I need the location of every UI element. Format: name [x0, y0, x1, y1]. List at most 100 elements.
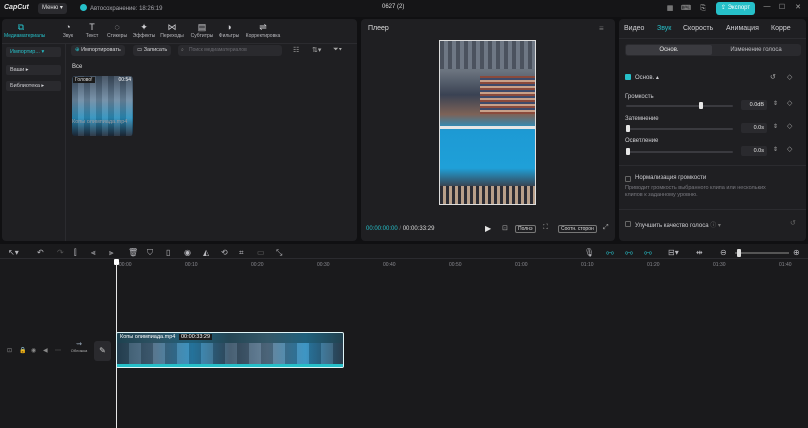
zoom-out-icon[interactable]: ⊖	[720, 248, 727, 257]
shortcut-icon[interactable]: ⌨	[680, 3, 692, 14]
reset-icon[interactable]: ↺	[770, 73, 776, 81]
rotate-icon[interactable]: ⟲	[221, 248, 228, 257]
fit-frame-icon[interactable]: ▭	[257, 248, 265, 257]
mic-icon[interactable]: 🎙	[584, 248, 594, 257]
keyframe-icon[interactable]: ◇	[787, 73, 792, 81]
play-icon[interactable]: ▶	[485, 224, 491, 233]
import-button[interactable]: ⊕ Импортировать	[71, 45, 125, 56]
track-lock2-icon[interactable]: 🔒	[19, 347, 26, 354]
record-button[interactable]: ▭ Записать	[133, 45, 172, 56]
ruler-tick: 00:10	[185, 262, 198, 268]
view-grid-icon[interactable]: ☷	[293, 46, 299, 54]
video-clip[interactable]: Копы олимпиада.mp4 00:00:33:29	[116, 332, 344, 368]
crop-icon[interactable]: ⌗	[239, 248, 244, 258]
enhance-reset-icon[interactable]: ↺	[790, 219, 796, 227]
normalize-checkbox[interactable]	[625, 176, 631, 182]
minimize-icon[interactable]: —	[762, 3, 772, 14]
player-timecode: 00:00:00:00 / 00:00:33:29	[366, 226, 435, 232]
fadeout-value[interactable]: 0.0s	[741, 146, 767, 156]
tool-adjust[interactable]: ⇌ Корректировка	[242, 22, 284, 40]
cover-icon: ⇝	[76, 341, 82, 348]
side-import[interactable]: Импортир... ▾	[6, 47, 61, 57]
fadein-value[interactable]: 0.0s	[741, 123, 767, 133]
volume-knob[interactable]	[699, 102, 704, 109]
tool-filters[interactable]: ◑ Фильтры	[212, 22, 246, 40]
maximize-icon[interactable]: ☐	[777, 3, 787, 14]
fadein-knob[interactable]	[626, 125, 630, 132]
fadein-slider[interactable]	[626, 125, 733, 132]
volume-stepper[interactable]: ⇕	[773, 100, 778, 107]
divider	[619, 165, 806, 166]
reverse-icon[interactable]: ◉	[184, 248, 191, 257]
trim-icon[interactable]: ⊡	[502, 224, 508, 232]
video-preview[interactable]	[439, 40, 536, 205]
zoom-fit-icon[interactable]: ⇹	[696, 248, 703, 257]
fullres-button[interactable]: Полнэ	[515, 225, 536, 233]
delete-icon[interactable]: 🗑	[128, 248, 138, 257]
tab-speed[interactable]: Скорость	[683, 25, 713, 32]
media-thumbnail[interactable]: Голово! 00:54	[72, 76, 133, 136]
zoom-slider[interactable]	[735, 249, 789, 257]
fullscreen-icon[interactable]: ⤢	[603, 224, 609, 232]
track-more-icon[interactable]: ⋯	[55, 347, 61, 354]
player-menu-icon[interactable]: ≡	[599, 24, 604, 33]
zoom-knob[interactable]	[737, 249, 741, 257]
close-icon[interactable]: ✕	[793, 3, 803, 14]
ruler-tick: 00:00	[119, 262, 132, 268]
seg-basic[interactable]: Основ.	[626, 45, 712, 55]
fadein-stepper[interactable]: ⇕	[773, 123, 778, 130]
fadeout-keyframe-icon[interactable]: ◇	[787, 145, 792, 153]
preview-axis-icon[interactable]: ⊟▾	[668, 248, 679, 257]
fit-icon[interactable]: ⛶	[543, 224, 548, 232]
share-icon[interactable]: ⎘	[697, 3, 709, 14]
marker-icon[interactable]: ⛉	[147, 248, 153, 258]
fadeout-knob[interactable]	[626, 148, 630, 155]
split-left-icon[interactable]: ⫷	[91, 248, 96, 258]
side-yours[interactable]: Ваши ▸	[6, 65, 61, 75]
basic-checkbox[interactable]	[625, 74, 631, 80]
divider	[619, 38, 806, 39]
time-ruler[interactable]: 00:00 00:10 00:20 00:30 00:40 00:50 01:0…	[115, 259, 808, 269]
tool-media[interactable]: ⧉ Медиаматериалы	[4, 22, 45, 40]
track-lock-icon[interactable]: ⊡	[7, 347, 12, 354]
magnet-icon[interactable]: ⧟	[625, 248, 633, 258]
sort-icon[interactable]: ⇅▾	[312, 46, 321, 54]
tab-animation[interactable]: Анимация	[726, 25, 759, 32]
tab-adjust[interactable]: Корре	[771, 25, 791, 32]
select-tool-icon[interactable]: ↖▾	[8, 248, 19, 257]
main-track-link-icon[interactable]: ⧟	[606, 248, 614, 258]
zoom-in-icon[interactable]: ⊕	[793, 248, 800, 257]
fadein-keyframe-icon[interactable]: ◇	[787, 122, 792, 130]
resize-icon[interactable]: ⤡	[276, 248, 282, 258]
filter-icon[interactable]: ⏷▾	[333, 46, 342, 54]
volume-keyframe-icon[interactable]: ◇	[787, 99, 792, 107]
export-button[interactable]: ⇪ Экспорт	[716, 2, 755, 15]
tool-transitions[interactable]: ⋈ Переходы	[155, 22, 189, 40]
seg-voice[interactable]: Изменение голоса	[713, 45, 799, 55]
media-search-input[interactable]: ⌕ Поиск медиаматериалов	[178, 45, 282, 56]
thumb-duration: 00:54	[118, 77, 131, 83]
link-icon[interactable]: ⧟	[644, 248, 652, 258]
track-eye-icon[interactable]: ◉	[31, 347, 36, 354]
mirror-icon[interactable]: ◭	[203, 248, 209, 257]
enhance-checkbox[interactable]	[625, 221, 631, 227]
menu-button[interactable]: Меню ▾	[38, 3, 67, 14]
volume-value[interactable]: 0.0dB	[741, 100, 767, 110]
fadeout-stepper[interactable]: ⇕	[773, 146, 778, 153]
track-audio-icon[interactable]: ◀	[43, 347, 48, 354]
freeze-icon[interactable]: ▯	[166, 248, 170, 257]
cover-button[interactable]: ⇝ Обложка	[69, 340, 89, 362]
divider	[619, 209, 806, 210]
volume-slider[interactable]	[626, 102, 733, 109]
redo-icon[interactable]: ↷	[57, 248, 64, 257]
split-icon[interactable]: ⫿	[74, 248, 77, 258]
edit-cover-icon[interactable]: ✎	[94, 341, 111, 361]
tab-audio[interactable]: Звук	[657, 25, 671, 32]
tab-video[interactable]: Видео	[624, 25, 644, 32]
ratio-button[interactable]: Соотн. сторон	[558, 225, 597, 233]
side-library[interactable]: Библиотека ▸	[6, 81, 61, 91]
layout-icon[interactable]: ▦	[664, 3, 676, 14]
split-right-icon[interactable]: ⫸	[109, 248, 114, 258]
fadeout-slider[interactable]	[626, 148, 733, 155]
undo-icon[interactable]: ↶	[37, 248, 44, 257]
